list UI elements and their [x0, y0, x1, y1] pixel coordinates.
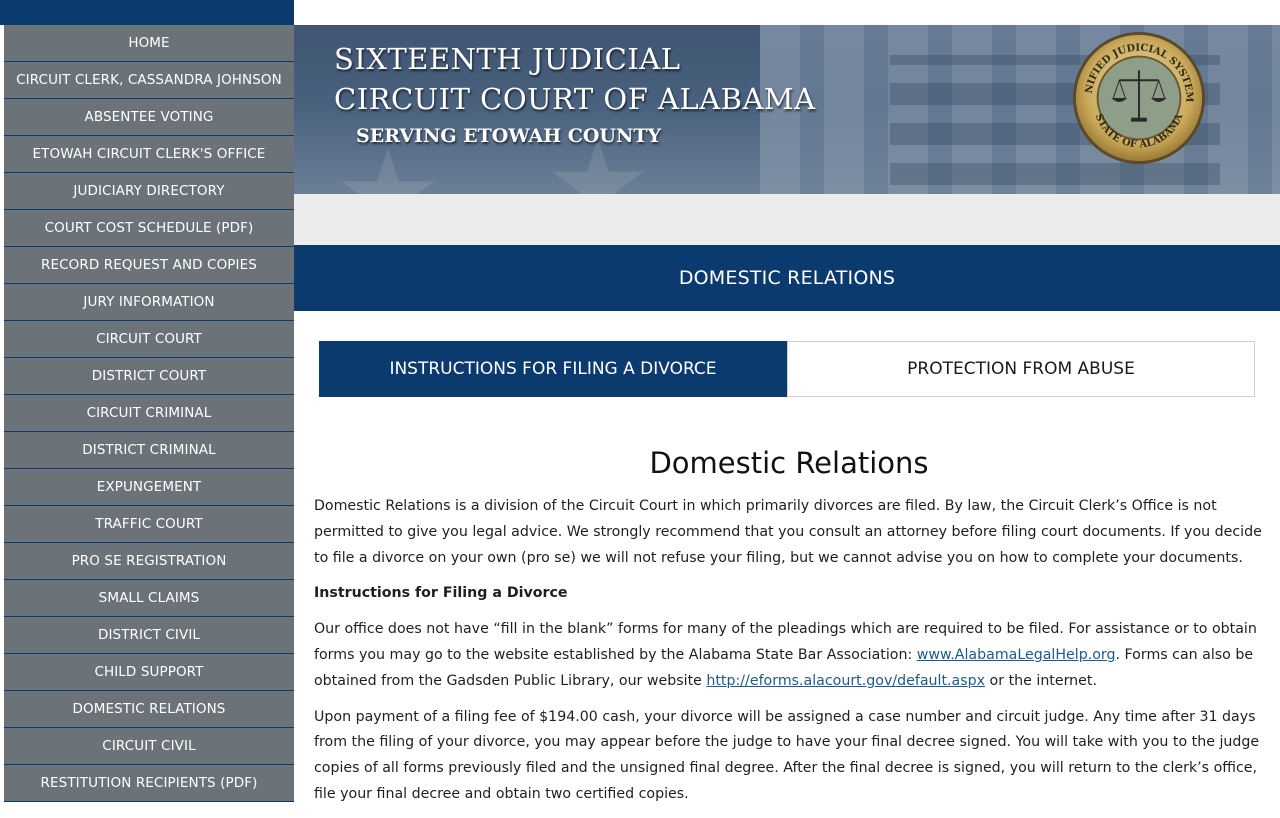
site-title: Sixteenth Judicial Circuit Court of Alab… [334, 39, 816, 153]
sidebar-item-home[interactable]: HOME [4, 25, 294, 62]
site-banner: ★ ★ Sixteenth Judicial Circuit Court of … [294, 25, 1280, 194]
sidebar-top-bar [0, 0, 294, 25]
sidebar-item-district-court[interactable]: DISTRICT COURT [4, 358, 294, 395]
sidebar-item-court-cost-schedule[interactable]: COURT COST SCHEDULE (PDF) [4, 210, 294, 247]
sidebar-item-traffic-court[interactable]: TRAFFIC COURT [4, 506, 294, 543]
tab-instructions-for-filing-a-divorce[interactable]: INSTRUCTIONS FOR FILING A DIVORCE [319, 341, 787, 397]
sidebar-item-absentee-voting[interactable]: ABSENTEE VOTING [4, 99, 294, 136]
sidebar-item-judiciary-directory[interactable]: JUDICIARY DIRECTORY [4, 173, 294, 210]
forms-paragraph: Our office does not have “fill in the bl… [314, 617, 1264, 694]
sidebar-nav: HOME CIRCUIT CLERK, CASSANDRA JOHNSON AB… [0, 0, 294, 802]
sidebar-item-domestic-relations[interactable]: DOMESTIC RELATIONS [4, 691, 294, 728]
sidebar-item-record-request[interactable]: RECORD REQUEST AND COPIES [4, 247, 294, 284]
site-title-line-1: Sixteenth Judicial [334, 42, 681, 76]
site-title-line-2: Circuit Court of Alabama [334, 82, 816, 116]
sidebar-item-expungement[interactable]: EXPUNGEMENT [4, 469, 294, 506]
sidebar-item-jury-information[interactable]: JURY INFORMATION [4, 284, 294, 321]
tab-protection-from-abuse[interactable]: PROTECTION FROM ABUSE [787, 341, 1255, 397]
main-content: Domestic Relations Domestic Relations is… [314, 440, 1264, 818]
filing-fee-paragraph: Upon payment of a filing fee of $194.00 … [314, 708, 1260, 802]
alabama-legal-help-link[interactable]: www.AlabamaLegalHelp.org [917, 647, 1116, 663]
page-title: Domestic Relations [649, 446, 929, 480]
section-header: DOMESTIC RELATIONS [294, 245, 1280, 311]
content-tabs: INSTRUCTIONS FOR FILING A DIVORCE PROTEC… [319, 341, 1255, 397]
unified-judicial-system-seal-icon: UNIFIED JUDICIAL SYSTEM STATE OF ALABAMA [1070, 29, 1206, 165]
sidebar-item-child-support[interactable]: CHILD SUPPORT [4, 654, 294, 691]
eforms-alacourt-link[interactable]: http://eforms.alacourt.gov/default.aspx [706, 673, 985, 689]
intro-paragraph: Domestic Relations is a division of the … [314, 498, 1262, 566]
sidebar-item-circuit-civil[interactable]: CIRCUIT CIVIL [4, 728, 294, 765]
sidebar-item-clerks-office[interactable]: ETOWAH CIRCUIT CLERK'S OFFICE [4, 136, 294, 173]
sidebar-item-small-claims[interactable]: SMALL CLAIMS [4, 580, 294, 617]
sidebar-item-circuit-clerk[interactable]: CIRCUIT CLERK, CASSANDRA JOHNSON [4, 62, 294, 99]
sidebar-item-district-civil[interactable]: DISTRICT CIVIL [4, 617, 294, 654]
sidebar-item-circuit-court[interactable]: CIRCUIT COURT [4, 321, 294, 358]
sidebar-menu: HOME CIRCUIT CLERK, CASSANDRA JOHNSON AB… [4, 25, 294, 802]
site-subtitle: Serving Etowah County [356, 125, 662, 147]
forms-paragraph-text-c: or the internet. [985, 672, 1097, 689]
sidebar-item-circuit-criminal[interactable]: CIRCUIT CRIMINAL [4, 395, 294, 432]
section-subheading: Instructions for Filing a Divorce [314, 585, 568, 602]
banner-spacer [294, 194, 1280, 245]
sidebar-item-pro-se-registration[interactable]: PRO SE REGISTRATION [4, 543, 294, 580]
sidebar-item-district-criminal[interactable]: DISTRICT CRIMINAL [4, 432, 294, 469]
sidebar-item-restitution-recipients[interactable]: RESTITUTION RECIPIENTS (PDF) [4, 765, 294, 802]
